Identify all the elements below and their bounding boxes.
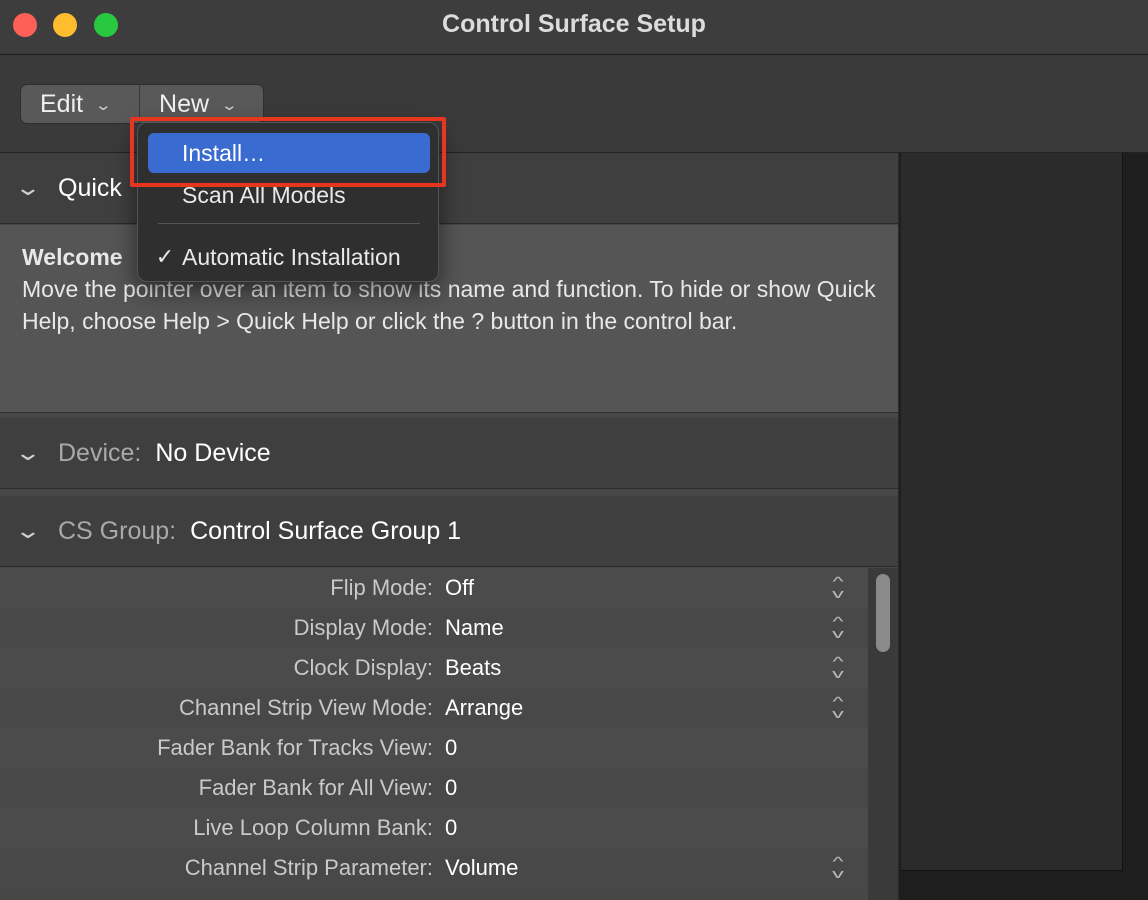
- menu-item-label: Automatic Installation: [182, 243, 401, 270]
- parameter-label: Live Loop Column Bank:: [193, 815, 433, 840]
- menu-item-automatic-installation[interactable]: ✓ Automatic Installation: [148, 237, 430, 277]
- quick-help-text: Move the pointer over an item to show it…: [22, 276, 876, 334]
- toolbar-button-group: Edit ⌄ New ⌄: [20, 84, 264, 124]
- up-down-stepper-icon[interactable]: ^ v: [808, 855, 868, 880]
- parameter-label: Fader Bank for Tracks View:: [157, 735, 433, 760]
- quick-help-header[interactable]: ⌄ Quick: [0, 153, 898, 224]
- parameter-row[interactable]: Fader Bank for Tracks View: 0: [0, 728, 868, 768]
- edit-menu-button[interactable]: Edit ⌄: [21, 85, 141, 123]
- parameter-row[interactable]: Display Mode: Name ^ v: [0, 608, 868, 648]
- control-surface-area[interactable]: [901, 153, 1123, 871]
- parameter-row[interactable]: Live Loop Column Bank: 0: [0, 808, 868, 848]
- parameter-label: Channel Strip View Mode:: [179, 695, 433, 720]
- parameter-row[interactable]: Fader Bank for All View: 0: [0, 768, 868, 808]
- scroll-thumb[interactable]: [876, 574, 890, 652]
- up-down-stepper-icon[interactable]: ^ v: [808, 615, 868, 640]
- checkmark-icon: ✓: [155, 244, 175, 269]
- parameter-row[interactable]: Flip Mode: Off ^ v: [0, 568, 868, 608]
- parameter-value[interactable]: Arrange: [433, 695, 808, 721]
- disclosure-triangle-icon[interactable]: ⌄: [0, 440, 73, 466]
- parameter-list: Flip Mode: Off ^ v Display Mode: Name ^ v …: [0, 568, 868, 888]
- new-menu-label: New: [159, 89, 210, 118]
- parameter-value[interactable]: Name: [433, 615, 808, 641]
- window-title: Control Surface Setup: [442, 10, 706, 38]
- chevron-down-icon: ⌄: [94, 97, 113, 114]
- cs-group-header[interactable]: ⌄ CS Group: Control Surface Group 1: [0, 496, 898, 567]
- device-value: No Device: [155, 438, 271, 467]
- menu-item-install[interactable]: Install…: [148, 133, 430, 173]
- cs-group-label: CS Group:: [58, 516, 177, 545]
- parameter-value[interactable]: 0: [433, 815, 808, 841]
- up-down-stepper-icon[interactable]: ^ v: [808, 695, 868, 720]
- parameter-label: Display Mode:: [293, 615, 433, 640]
- cs-group-value: Control Surface Group 1: [190, 516, 462, 545]
- parameter-value[interactable]: Beats: [433, 655, 808, 681]
- up-down-stepper-icon[interactable]: ^ v: [808, 655, 868, 680]
- quick-help-panel: Welcome Move the pointer over an item to…: [0, 225, 898, 413]
- parameter-value[interactable]: Volume: [433, 855, 808, 881]
- chevron-down-icon: ⌄: [220, 97, 239, 114]
- parameter-value[interactable]: 0: [433, 735, 808, 761]
- disclosure-triangle-icon[interactable]: ⌄: [0, 175, 73, 201]
- menu-item-label: Scan All Models: [182, 181, 346, 208]
- parameter-value[interactable]: Off: [433, 575, 808, 601]
- parameter-row[interactable]: Channel Strip Parameter: Volume ^ v: [0, 848, 868, 888]
- new-menu-button[interactable]: New ⌄: [140, 85, 263, 123]
- menu-item-label: Install…: [182, 139, 266, 166]
- parameter-label: Flip Mode:: [330, 575, 433, 600]
- menu-item-scan-all-models[interactable]: Scan All Models: [148, 175, 430, 215]
- parameter-label: Fader Bank for All View:: [198, 775, 433, 800]
- up-down-stepper-icon[interactable]: ^ v: [808, 575, 868, 600]
- parameter-row[interactable]: Channel Strip View Mode: Arrange ^ v: [0, 688, 868, 728]
- title-bar: Control Surface Setup: [0, 0, 1148, 55]
- new-dropdown-menu: Install… Scan All Models ✓ Automatic Ins…: [137, 122, 439, 282]
- disclosure-triangle-icon[interactable]: ⌄: [0, 518, 73, 544]
- device-header[interactable]: ⌄ Device: No Device: [0, 418, 898, 489]
- parameter-label: Clock Display:: [293, 655, 433, 680]
- menu-separator: [158, 223, 420, 224]
- parameter-row[interactable]: Clock Display: Beats ^ v: [0, 648, 868, 688]
- edit-menu-label: Edit: [40, 89, 84, 118]
- parameter-value[interactable]: 0: [433, 775, 808, 801]
- parameter-label: Channel Strip Parameter:: [184, 855, 433, 880]
- vertical-scrollbar[interactable]: [868, 568, 898, 900]
